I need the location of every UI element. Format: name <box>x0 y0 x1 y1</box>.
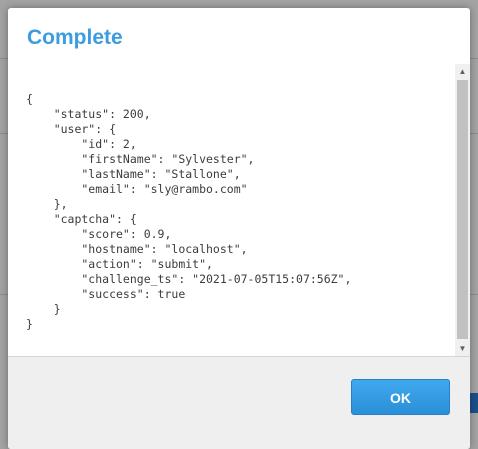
scroll-up-icon[interactable]: ▲ <box>455 64 470 79</box>
vertical-scrollbar[interactable]: ▲ ▼ <box>455 64 470 356</box>
background-button <box>470 393 478 413</box>
response-json: { "status": 200, "user": { "id": 2, "fir… <box>26 92 352 331</box>
scroll-thumb[interactable] <box>457 80 468 339</box>
dialog-footer: OK <box>8 356 470 449</box>
scroll-down-icon[interactable]: ▼ <box>455 341 470 356</box>
complete-dialog: Complete { "status": 200, "user": { "id"… <box>8 8 470 449</box>
ok-button[interactable]: OK <box>351 379 450 415</box>
dialog-body: { "status": 200, "user": { "id": 2, "fir… <box>8 64 470 356</box>
dialog-title: Complete <box>27 26 123 49</box>
